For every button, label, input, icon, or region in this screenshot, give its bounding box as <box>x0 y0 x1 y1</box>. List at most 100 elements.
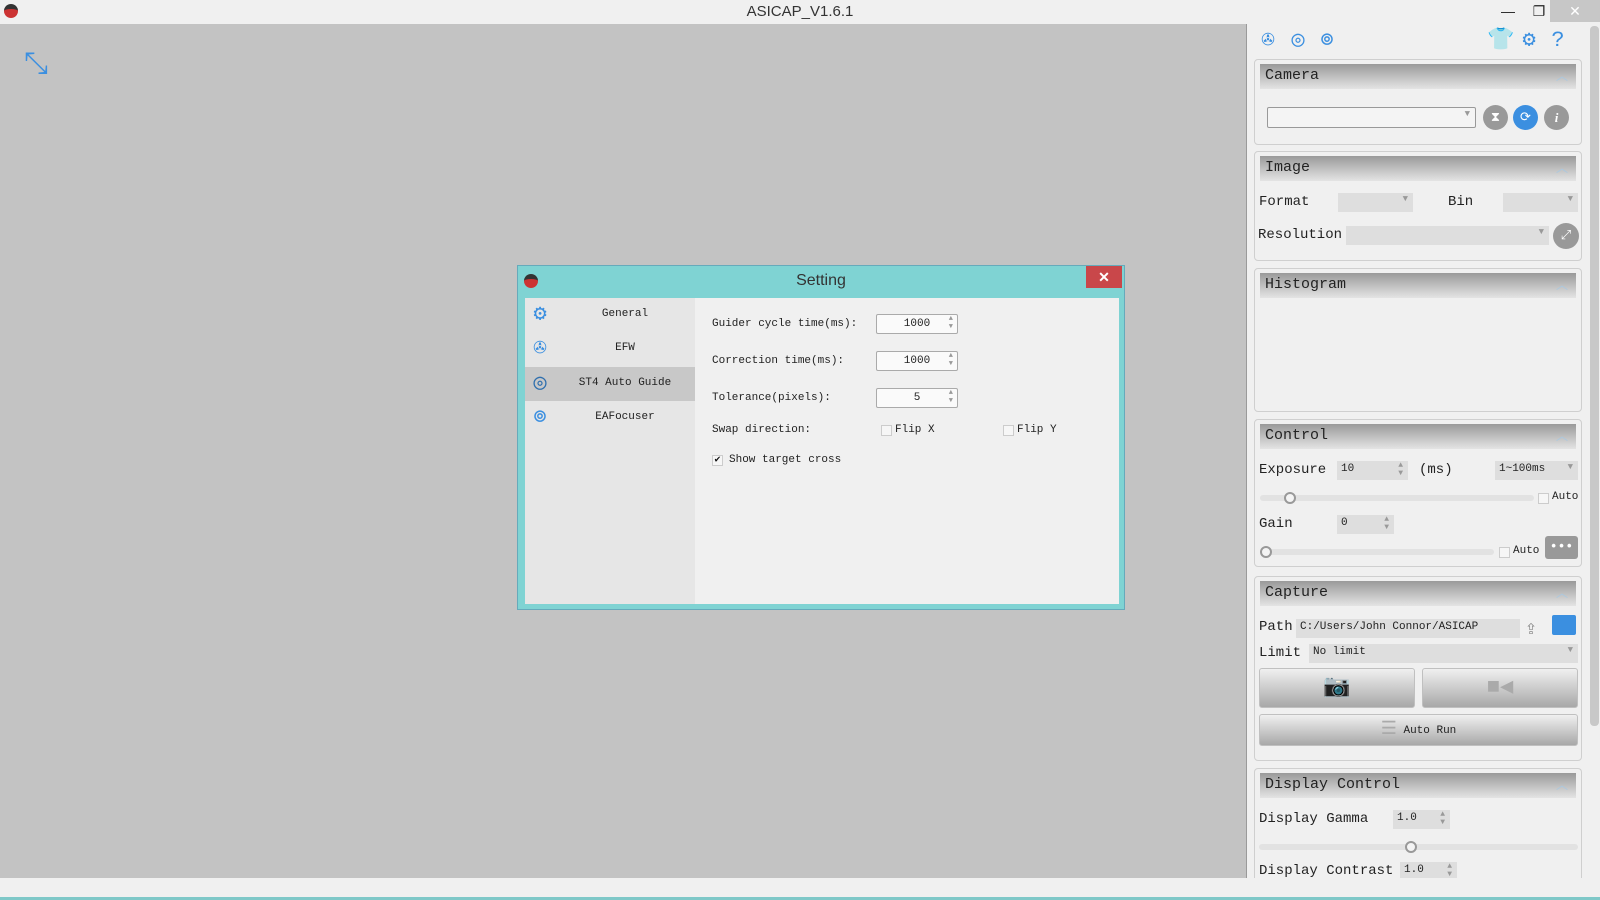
limit-select[interactable]: No limit ▼ <box>1309 644 1578 663</box>
guider-cycle-label: Guider cycle time(ms): <box>712 318 858 330</box>
resolution-label: Resolution <box>1258 227 1343 243</box>
image-header-label: Image <box>1265 159 1311 176</box>
gear-icon[interactable]: ⚙ <box>1516 29 1542 53</box>
correction-time-label: Correction time(ms): <box>712 355 845 367</box>
camera-header-label: Camera <box>1265 67 1320 84</box>
settings-nav: ⚙ General ✇ EFW ◎ ST4 Auto Guide ⊚ EAFocuser <box>525 298 695 604</box>
title-bar: ASICAP_V1.6.1 — ❐ ✕ <box>0 0 1600 24</box>
gain-auto-label: Auto <box>1513 545 1540 557</box>
record-video-button[interactable]: ■◀ <box>1422 668 1578 708</box>
auto-run-button[interactable]: ☰ Auto Run <box>1259 714 1578 746</box>
info-icon[interactable]: i <box>1544 105 1569 130</box>
video-camera-icon: ■◀ <box>1486 675 1514 700</box>
fullscreen-toggle-icon[interactable]: ⤡ <box>24 46 48 81</box>
gain-auto-checkbox[interactable] <box>1499 547 1510 558</box>
camera-header[interactable]: Camera ︿ <box>1260 64 1576 89</box>
gamma-input[interactable]: 1.0 ▲ ▼ <box>1393 810 1450 829</box>
show-target-cross-checkbox[interactable]: ✔ <box>712 455 723 466</box>
setting-dialog: Setting ✕ ⚙ General ✇ EFW ◎ ST4 Auto Guide … <box>517 265 1125 610</box>
display-control-header[interactable]: Display Control ︿ <box>1260 773 1576 798</box>
dialog-close-button[interactable]: ✕ <box>1086 266 1122 288</box>
flip-x-label: Flip X <box>895 424 935 436</box>
gain-input[interactable]: 0 ▲ ▼ <box>1337 515 1394 534</box>
nav-item-general[interactable]: ⚙ General <box>525 298 695 332</box>
path-input[interactable]: C:/Users/John Connor/ASICAP <box>1296 619 1520 638</box>
more-options-button[interactable]: ••• <box>1545 536 1578 559</box>
status-bar <box>0 878 1600 900</box>
display-control-section: Display Control ︿ Display Gamma 1.0 ▲ ▼ Dis… <box>1254 768 1582 888</box>
app-title: ASICAP_V1.6.1 <box>746 3 854 20</box>
exposure-range-select[interactable]: 1~100ms ▼ <box>1495 461 1578 480</box>
list-icon: ☰ <box>1380 720 1397 740</box>
folder-icon[interactable] <box>1552 615 1576 635</box>
histogram-section: Histogram ︿ <box>1254 268 1582 412</box>
max-resolution-icon[interactable]: ⤢ <box>1553 223 1579 249</box>
format-label: Format <box>1259 194 1310 210</box>
slider-knob[interactable] <box>1405 841 1417 853</box>
collapse-chevron-icon[interactable]: ︿ <box>1556 427 1568 444</box>
open-folder-icon[interactable]: ⇪ <box>1525 615 1537 641</box>
control-header[interactable]: Control ︿ <box>1260 424 1576 449</box>
collapse-chevron-icon[interactable]: ︿ <box>1556 159 1568 176</box>
guider-cycle-input[interactable]: 1000 ▲ ▼ <box>876 314 958 334</box>
tolerance-input[interactable]: 5 ▲ ▼ <box>876 388 958 408</box>
help-icon[interactable]: ? <box>1545 29 1571 53</box>
correction-time-input[interactable]: 1000 ▲ ▼ <box>876 351 958 371</box>
slider-knob[interactable] <box>1284 492 1296 504</box>
slider-knob[interactable] <box>1260 546 1272 558</box>
exposure-label: Exposure <box>1259 462 1327 478</box>
gamma-label: Display Gamma <box>1259 811 1369 827</box>
exposure-unit: (ms) <box>1419 462 1453 478</box>
format-select[interactable]: ▼ <box>1338 193 1413 212</box>
resolution-select[interactable]: ▼ <box>1346 226 1549 245</box>
focuser-icon[interactable]: ⊚ <box>1314 29 1340 53</box>
gamma-slider[interactable] <box>1259 841 1578 853</box>
control-header-label: Control <box>1265 427 1329 444</box>
collapse-chevron-icon[interactable]: ︿ <box>1556 67 1568 84</box>
filter-wheel-icon[interactable]: ✇ <box>1255 29 1281 53</box>
collapse-chevron-icon[interactable]: ︿ <box>1556 776 1568 793</box>
nav-item-st4-auto-guide[interactable]: ◎ ST4 Auto Guide <box>525 367 695 401</box>
histogram-header-label: Histogram <box>1265 276 1347 293</box>
snapshot-button[interactable]: 📷 <box>1259 668 1415 708</box>
camera-section: Camera ︿ ▼ ⧗ ⟳ i <box>1254 59 1582 145</box>
contrast-label: Display Contrast <box>1259 863 1394 879</box>
exposure-auto-checkbox[interactable] <box>1538 493 1549 504</box>
histogram-header[interactable]: Histogram ︿ <box>1260 273 1576 298</box>
exposure-input[interactable]: 10 ▲ ▼ <box>1337 461 1408 480</box>
panel-scrollbar[interactable] <box>1590 26 1599 726</box>
exposure-slider[interactable] <box>1260 492 1534 504</box>
settings-content: Guider cycle time(ms): 1000 ▲ ▼ Correction… <box>695 298 1119 604</box>
swap-direction-label: Swap direction: <box>712 424 812 436</box>
nav-item-efw[interactable]: ✇ EFW <box>525 332 695 366</box>
control-section: Control ︿ Exposure 10 ▲ ▼ (ms) 1~100ms ▼ Aut… <box>1254 419 1582 567</box>
tolerance-label: Tolerance(pixels): <box>712 392 831 404</box>
refresh-icon[interactable]: ⟳ <box>1513 105 1538 130</box>
camera-select[interactable]: ▼ <box>1267 107 1476 128</box>
dialog-title: Setting <box>796 272 846 289</box>
gain-slider[interactable] <box>1260 546 1494 558</box>
auto-run-label: Auto Run <box>1403 724 1457 737</box>
bin-select[interactable]: ▼ <box>1503 193 1578 212</box>
exposure-auto-label: Auto <box>1552 491 1579 503</box>
collapse-chevron-icon[interactable]: ︿ <box>1556 276 1568 293</box>
capture-header[interactable]: Capture ︿ <box>1260 581 1576 606</box>
image-section: Image ︿ Format ▼ Bin ▼ Resolution ▼ ⤢ <box>1254 151 1582 261</box>
close-button[interactable]: ✕ <box>1550 0 1600 22</box>
path-label: Path <box>1259 619 1293 635</box>
display-control-header-label: Display Control <box>1265 776 1401 793</box>
flip-y-checkbox[interactable] <box>1003 425 1014 436</box>
capture-header-label: Capture <box>1265 584 1329 601</box>
bin-label: Bin <box>1448 194 1474 210</box>
collapse-chevron-icon[interactable]: ︿ <box>1556 584 1568 601</box>
shirt-icon[interactable]: 👕 <box>1487 29 1514 53</box>
telescope-icon[interactable]: ◎ <box>1285 29 1311 53</box>
camera-icon: 📷 <box>1323 675 1351 700</box>
capture-section: Capture ︿ Path C:/Users/John Connor/ASICA… <box>1254 576 1582 761</box>
hourglass-icon[interactable]: ⧗ <box>1483 105 1508 130</box>
show-target-cross-label: Show target cross <box>729 454 842 466</box>
gain-label: Gain <box>1259 516 1293 532</box>
flip-x-checkbox[interactable] <box>881 425 892 436</box>
nav-item-eafocuser[interactable]: ⊚ EAFocuser <box>525 401 695 435</box>
image-header[interactable]: Image ︿ <box>1260 156 1576 181</box>
